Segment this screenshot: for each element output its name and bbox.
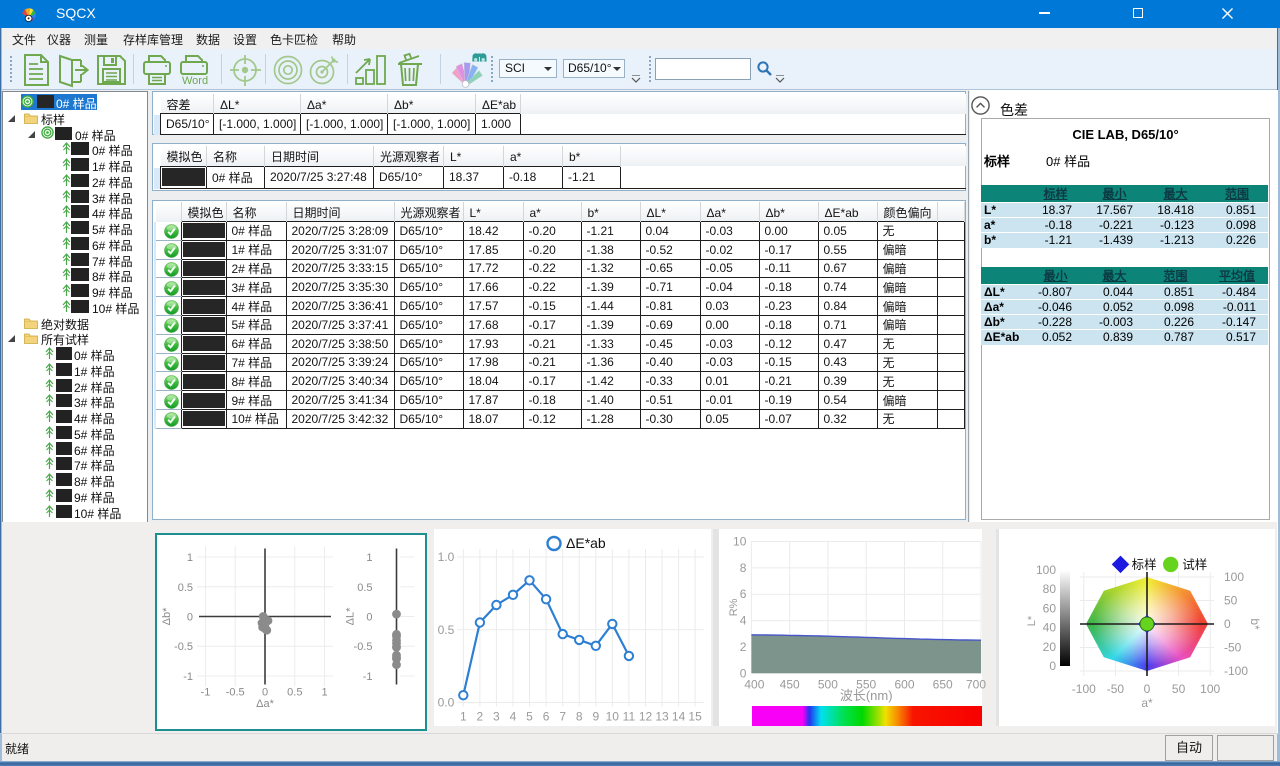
svg-text:0: 0 xyxy=(1224,617,1231,631)
svg-text:0.5: 0.5 xyxy=(438,623,455,637)
svg-text:-100: -100 xyxy=(1072,682,1096,696)
svg-text:0.5: 0.5 xyxy=(178,582,193,594)
svg-text:6: 6 xyxy=(543,710,550,724)
svg-text:4: 4 xyxy=(510,710,517,724)
svg-text:100: 100 xyxy=(1200,682,1220,696)
svg-text:100: 100 xyxy=(1224,570,1244,584)
svg-text:500: 500 xyxy=(818,677,838,691)
svg-text:1: 1 xyxy=(187,552,193,564)
svg-text:0.5: 0.5 xyxy=(357,582,372,594)
svg-text:8: 8 xyxy=(576,710,583,724)
svg-text:b*: b* xyxy=(1248,618,1262,630)
svg-text:0: 0 xyxy=(1144,682,1151,696)
svg-text:8: 8 xyxy=(740,561,747,575)
svg-text:9: 9 xyxy=(592,710,599,724)
svg-text:0.5: 0.5 xyxy=(287,687,302,699)
svg-text:-0.5: -0.5 xyxy=(354,641,373,653)
svg-text:-1: -1 xyxy=(363,671,373,683)
svg-text:50: 50 xyxy=(1224,594,1238,608)
svg-text:-100: -100 xyxy=(1224,664,1248,678)
svg-text:3: 3 xyxy=(493,710,500,724)
svg-text:1: 1 xyxy=(366,552,372,564)
svg-text:R%: R% xyxy=(728,598,740,616)
svg-text:4: 4 xyxy=(740,614,747,628)
svg-text:1: 1 xyxy=(321,687,327,699)
svg-text:7: 7 xyxy=(559,710,566,724)
svg-text:10: 10 xyxy=(606,710,620,724)
svg-text:a*: a* xyxy=(1141,696,1153,710)
svg-text:13: 13 xyxy=(655,710,669,724)
svg-text:-1: -1 xyxy=(183,671,193,683)
svg-text:700: 700 xyxy=(966,677,986,691)
svg-text:Δa*: Δa* xyxy=(256,698,274,710)
svg-text:0: 0 xyxy=(187,612,193,624)
svg-text:0.0: 0.0 xyxy=(438,696,455,710)
svg-text:12: 12 xyxy=(639,710,653,724)
svg-text:650: 650 xyxy=(933,677,953,691)
svg-text:波长(nm): 波长(nm) xyxy=(840,688,893,703)
svg-text:ΔE*ab: ΔE*ab xyxy=(566,535,606,551)
svg-text:14: 14 xyxy=(672,710,686,724)
svg-text:400: 400 xyxy=(744,677,764,691)
svg-text:10: 10 xyxy=(733,535,747,549)
svg-text:6: 6 xyxy=(740,587,747,601)
svg-text:-50: -50 xyxy=(1107,682,1125,696)
svg-text:15: 15 xyxy=(688,710,702,724)
svg-text:ΔL*: ΔL* xyxy=(345,607,357,625)
svg-text:0: 0 xyxy=(366,612,372,624)
svg-text:Δb*: Δb* xyxy=(161,607,173,625)
svg-text:600: 600 xyxy=(894,677,914,691)
svg-text:-0.5: -0.5 xyxy=(226,687,245,699)
svg-text:-0.5: -0.5 xyxy=(174,641,193,653)
svg-text:1: 1 xyxy=(460,710,467,724)
svg-text:50: 50 xyxy=(1172,682,1186,696)
svg-text:0: 0 xyxy=(262,687,268,699)
svg-text:450: 450 xyxy=(780,677,800,691)
svg-text:1.0: 1.0 xyxy=(438,550,455,564)
svg-text:Word: Word xyxy=(182,75,208,87)
svg-text:-1: -1 xyxy=(201,687,211,699)
svg-text:2: 2 xyxy=(740,640,747,654)
svg-text:-50: -50 xyxy=(1224,641,1242,655)
svg-text:2: 2 xyxy=(477,710,484,724)
svg-text:11: 11 xyxy=(623,710,636,724)
svg-text:5: 5 xyxy=(526,710,533,724)
